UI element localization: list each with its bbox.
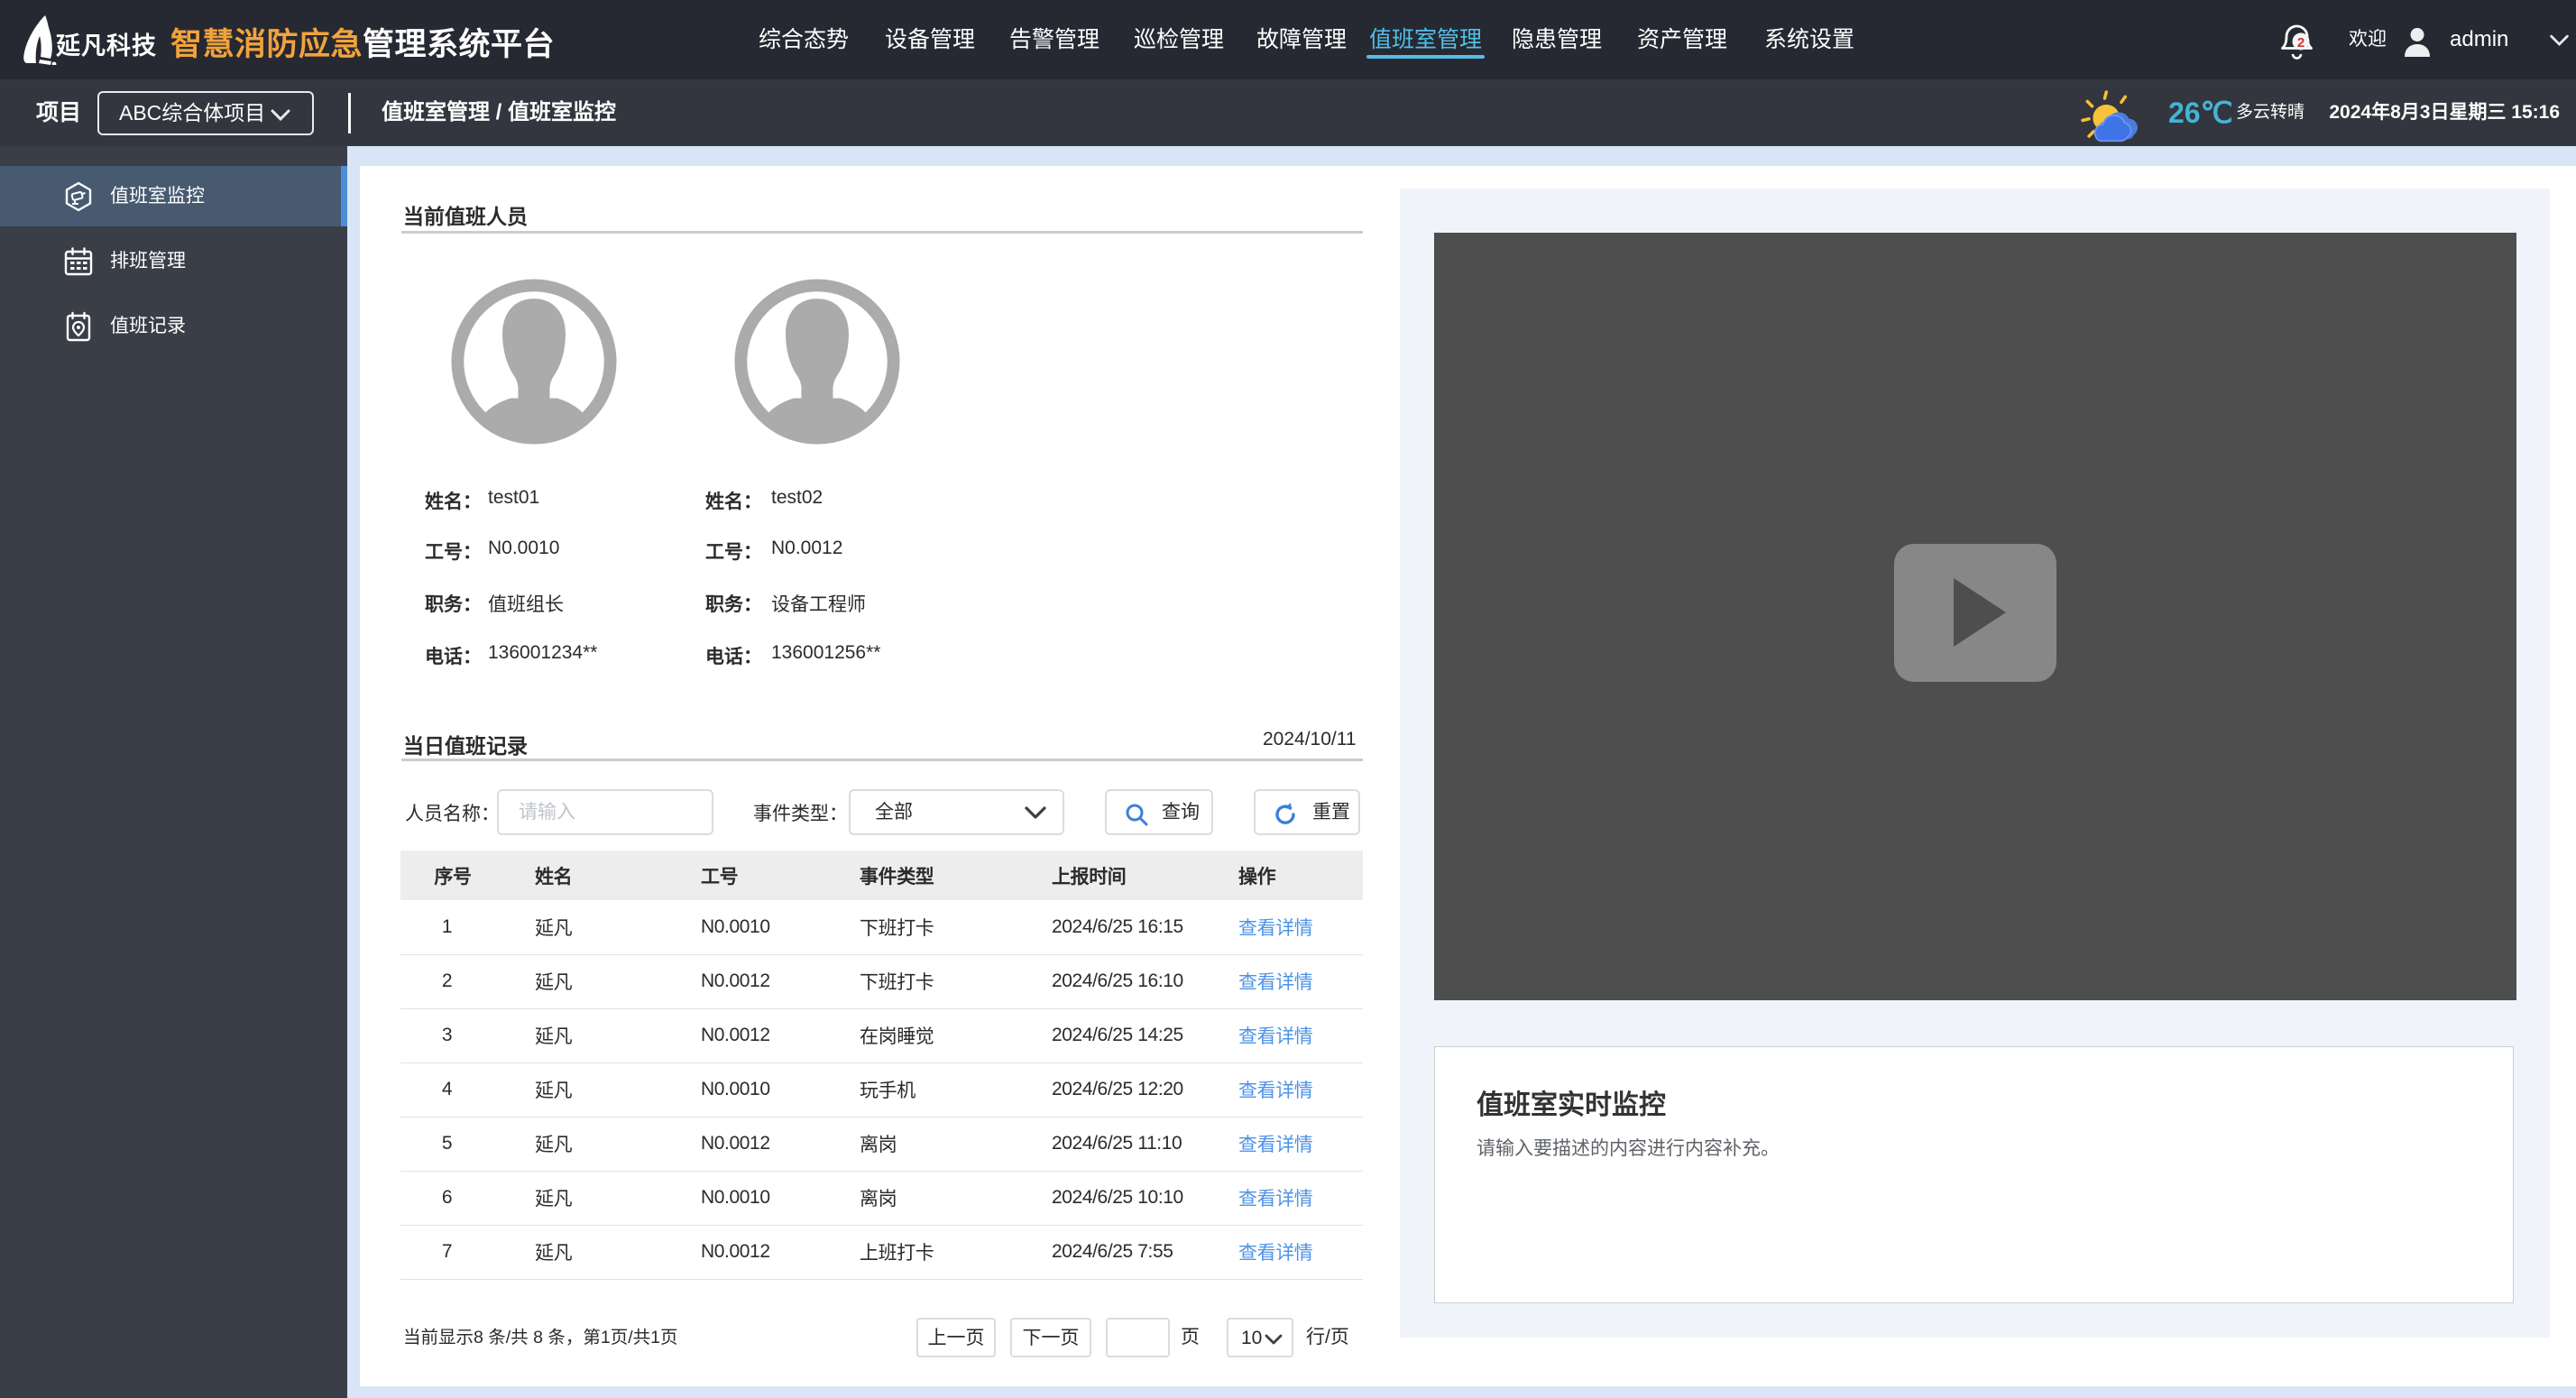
svg-text:2: 2 xyxy=(2297,35,2305,51)
